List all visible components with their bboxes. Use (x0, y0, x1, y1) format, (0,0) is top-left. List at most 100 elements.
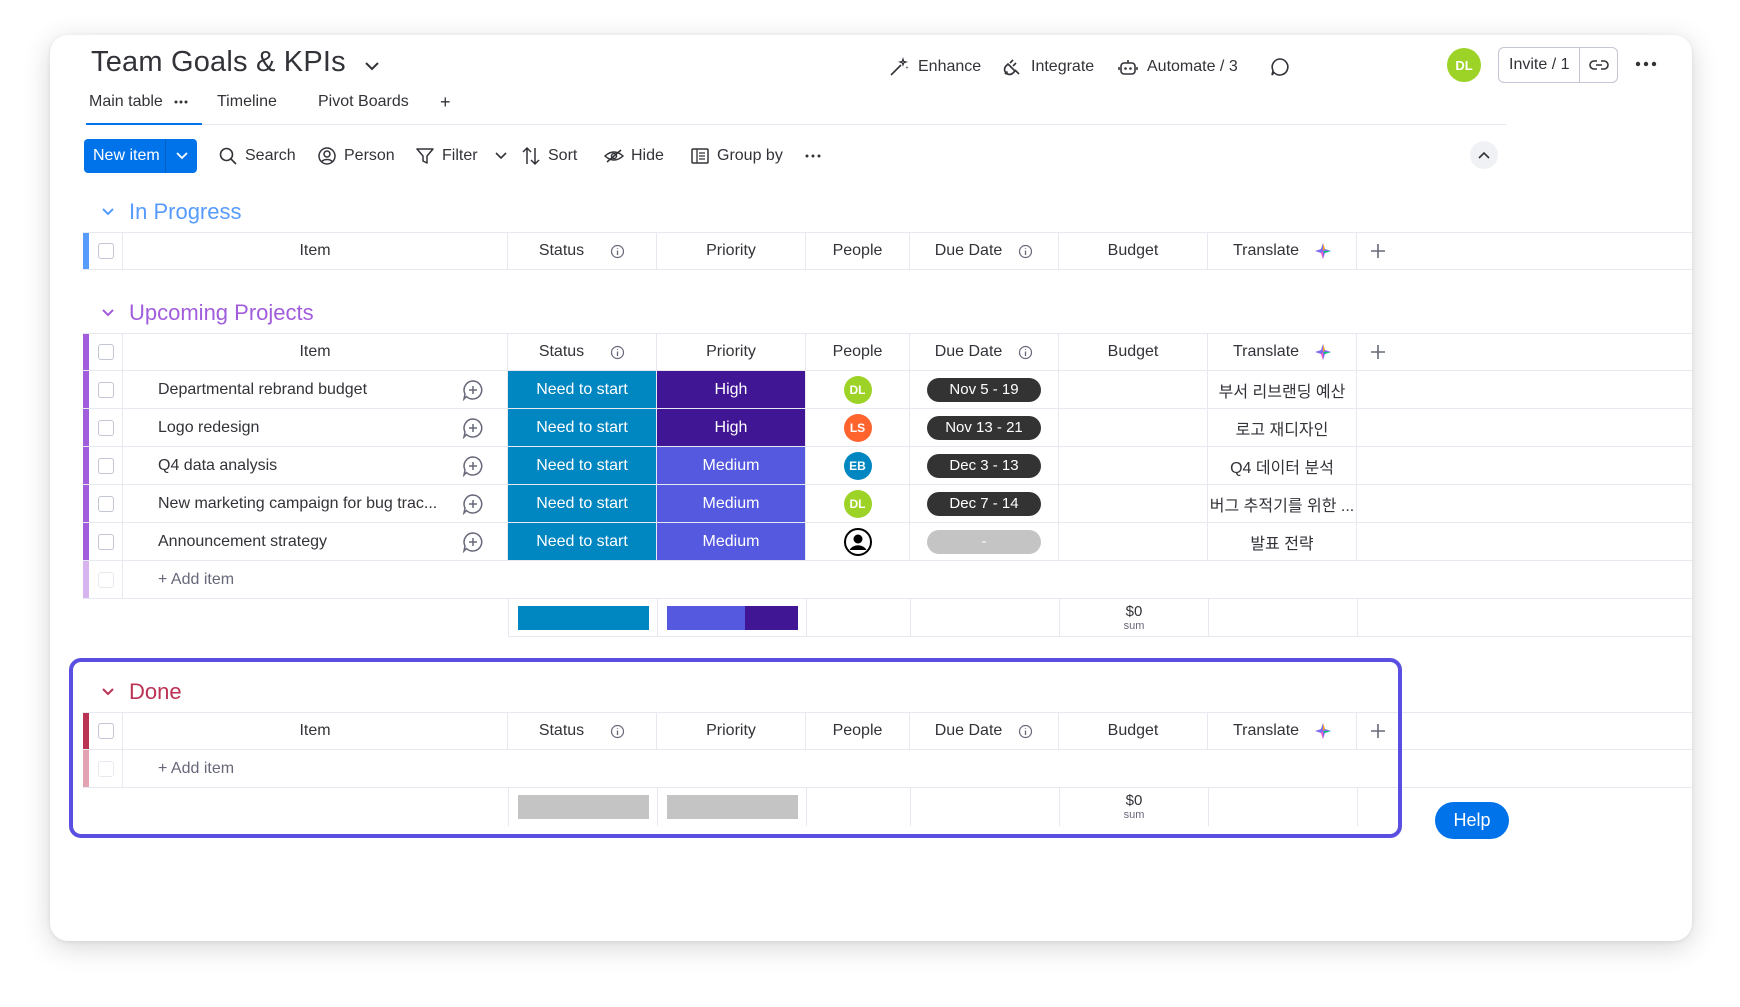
priority-summary[interactable] (658, 599, 807, 636)
column-due-date[interactable]: Due Date (910, 334, 1059, 370)
column-budget[interactable]: Budget (1059, 334, 1208, 370)
item-name[interactable]: New marketing campaign for bug trac... (123, 485, 439, 522)
due-date-cell[interactable]: Nov 5 - 19 (910, 371, 1059, 408)
add-update-button[interactable] (439, 409, 508, 446)
row-checkbox[interactable] (97, 419, 114, 436)
updates-button[interactable] (1269, 54, 1291, 80)
row-checkbox[interactable] (97, 381, 114, 398)
status-cell[interactable]: Need to start (508, 523, 657, 560)
translate-cell[interactable]: 버그 추적기를 위한 ... (1208, 485, 1357, 522)
priority-cell[interactable]: Medium (657, 523, 806, 560)
board-title[interactable]: Team Goals & KPIs (91, 46, 346, 79)
more-options-icon[interactable] (1633, 56, 1659, 72)
person-avatar[interactable]: LS (843, 413, 872, 442)
info-icon[interactable] (1018, 345, 1033, 360)
budget-cell[interactable] (1059, 409, 1208, 446)
group-in-progress-title[interactable]: In Progress (129, 199, 242, 225)
status-cell[interactable]: Need to start (508, 409, 657, 446)
add-column-button[interactable] (1357, 334, 1399, 370)
table-row[interactable]: New marketing campaign for bug trac... N… (83, 485, 1692, 523)
person-avatar[interactable]: EB (843, 451, 872, 480)
priority-cell[interactable]: High (657, 409, 806, 446)
budget-cell[interactable] (1059, 523, 1208, 560)
item-name[interactable]: Q4 data analysis (123, 447, 439, 484)
person-avatar[interactable]: DL (843, 489, 872, 518)
budget-cell[interactable] (1059, 447, 1208, 484)
hide-button[interactable]: Hide (604, 144, 664, 168)
people-cell[interactable]: DL (806, 485, 910, 522)
group-in-progress-header[interactable]: In Progress (101, 199, 242, 225)
priority-cell[interactable]: Medium (657, 447, 806, 484)
row-select-cell[interactable] (89, 523, 123, 560)
integrate-button[interactable]: Integrate (1001, 54, 1094, 80)
item-name[interactable]: Departmental rebrand budget (123, 371, 439, 408)
collapse-header-button[interactable] (1470, 141, 1498, 169)
add-update-button[interactable] (439, 447, 508, 484)
tab-main-table[interactable]: Main table (89, 93, 189, 111)
column-status[interactable]: Status (508, 334, 657, 370)
due-date-cell[interactable]: - (910, 523, 1059, 560)
user-avatar[interactable]: DL (1447, 48, 1481, 82)
invite-button[interactable]: Invite / 1 (1498, 47, 1618, 83)
select-all-cell[interactable] (89, 233, 123, 269)
column-priority[interactable]: Priority (657, 334, 806, 370)
row-select-cell[interactable] (89, 409, 123, 446)
info-icon[interactable] (1018, 244, 1033, 259)
help-button[interactable]: Help (1435, 802, 1509, 839)
row-select-cell[interactable] (89, 447, 123, 484)
budget-summary[interactable]: $0 sum (1060, 599, 1209, 636)
table-row[interactable]: Logo redesign Need to start High LS Nov … (83, 409, 1692, 447)
sort-button[interactable]: Sort (521, 144, 577, 168)
column-due-date[interactable]: Due Date (910, 233, 1059, 269)
info-icon[interactable] (610, 244, 625, 259)
title-chevron-down-icon[interactable] (363, 59, 381, 73)
row-select-cell[interactable] (89, 371, 123, 408)
select-all-checkbox[interactable] (97, 243, 114, 259)
people-cell[interactable] (806, 523, 910, 560)
new-item-button[interactable]: New item (84, 139, 197, 173)
column-status[interactable]: Status (508, 233, 657, 269)
group-by-button[interactable]: Group by (690, 144, 783, 168)
add-column-button[interactable] (1357, 233, 1399, 269)
table-row[interactable]: Announcement strategy Need to start Medi… (83, 523, 1692, 561)
table-row[interactable]: Q4 data analysis Need to start Medium EB… (83, 447, 1692, 485)
people-cell[interactable]: EB (806, 447, 910, 484)
row-checkbox[interactable] (97, 457, 114, 474)
info-icon[interactable] (610, 345, 625, 360)
column-people[interactable]: People (806, 233, 910, 269)
add-update-button[interactable] (439, 523, 508, 560)
translate-cell[interactable]: 발표 전략 (1208, 523, 1357, 560)
due-date-cell[interactable]: Dec 7 - 14 (910, 485, 1059, 522)
copy-link-button[interactable] (1580, 58, 1617, 72)
search-button[interactable]: Search (218, 144, 296, 168)
item-name[interactable]: Announcement strategy (123, 523, 439, 560)
priority-cell[interactable]: Medium (657, 485, 806, 522)
budget-cell[interactable] (1059, 371, 1208, 408)
status-summary[interactable] (509, 599, 658, 636)
new-item-dropdown[interactable] (166, 152, 197, 160)
add-update-button[interactable] (439, 371, 508, 408)
toolbar-more-button[interactable] (803, 144, 823, 168)
column-people[interactable]: People (806, 334, 910, 370)
column-translate[interactable]: Translate (1208, 334, 1357, 370)
add-update-button[interactable] (439, 485, 508, 522)
people-cell[interactable]: DL (806, 371, 910, 408)
translate-cell[interactable]: 로고 재디자인 (1208, 409, 1357, 446)
automate-button[interactable]: Automate / 3 (1117, 54, 1238, 80)
select-all-checkbox[interactable] (97, 344, 114, 360)
column-priority[interactable]: Priority (657, 233, 806, 269)
tab-timeline[interactable]: Timeline (217, 93, 277, 111)
select-all-cell[interactable] (89, 334, 123, 370)
column-translate[interactable]: Translate (1208, 233, 1357, 269)
due-date-pill[interactable]: Dec 7 - 14 (927, 491, 1041, 516)
add-view-button[interactable]: + (440, 92, 451, 113)
translate-cell[interactable]: 부서 리브랜딩 예산 (1208, 371, 1357, 408)
row-select-cell[interactable] (89, 485, 123, 522)
budget-cell[interactable] (1059, 485, 1208, 522)
column-item[interactable]: Item (123, 233, 508, 269)
due-date-pill-empty[interactable]: - (927, 529, 1041, 554)
filter-button[interactable]: Filter (415, 144, 507, 168)
unassigned-person-icon[interactable] (843, 527, 872, 556)
group-collapse-chevron-icon[interactable] (101, 207, 115, 217)
due-date-cell[interactable]: Nov 13 - 21 (910, 409, 1059, 446)
